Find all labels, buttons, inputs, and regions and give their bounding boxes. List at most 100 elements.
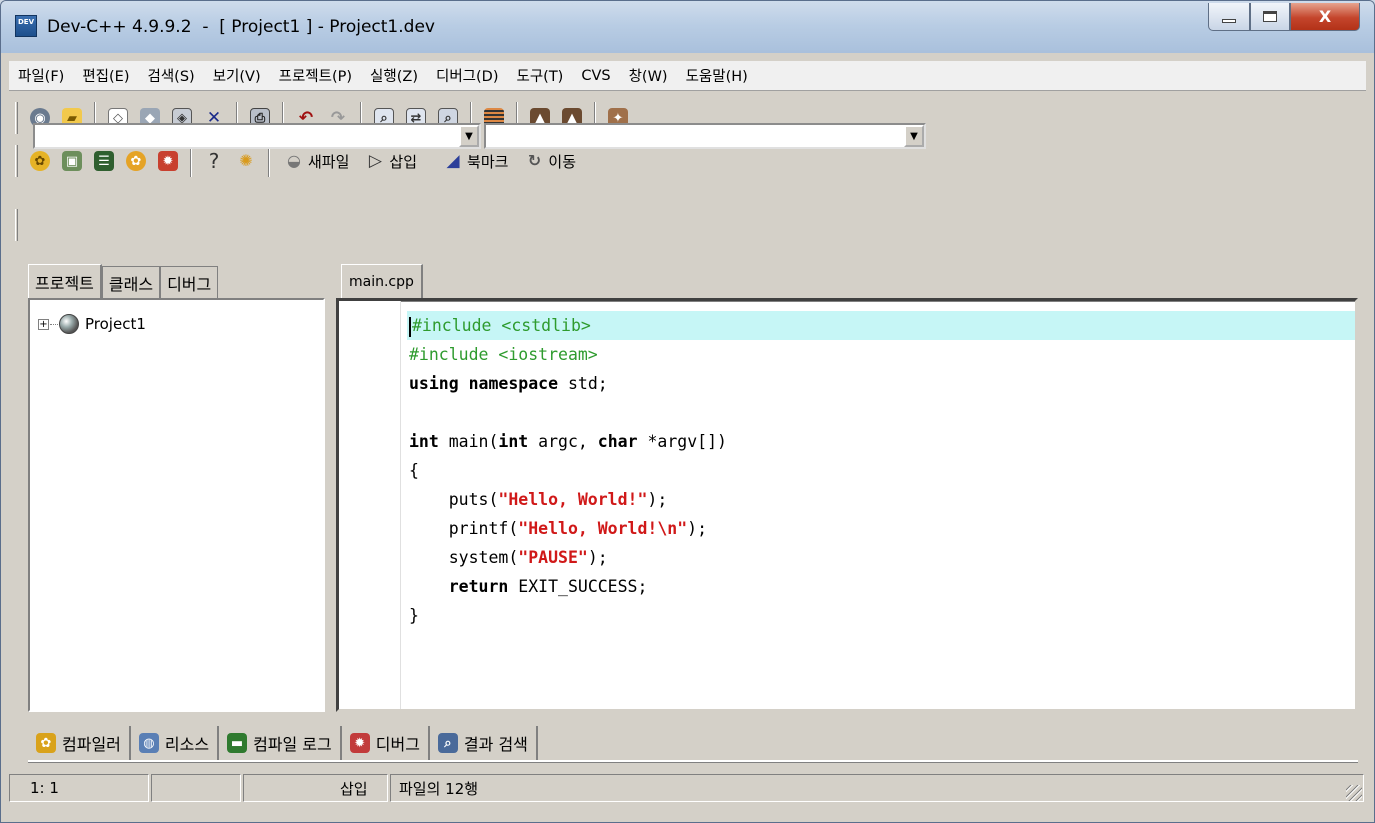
code-line[interactable]: #include <iostream> [407,340,1355,369]
class-combo[interactable]: ▼ [33,123,481,149]
tools-icon: ✿ [126,151,146,171]
status-modified [151,774,241,802]
new-file-icon: ◒ [287,151,301,170]
insert-button[interactable]: ▷ 삽입 [357,146,425,176]
menu-help[interactable]: 도움말(H) [677,65,757,86]
debug-icon: ✹ [158,151,178,171]
editor-gutter[interactable] [339,301,401,709]
code-token: char [597,432,638,451]
code-token: ); [647,490,668,509]
status-info: 파일의 12행 [390,774,1364,802]
toolbar-grip[interactable] [15,209,18,241]
code-token: { [409,461,419,480]
bottom-tab-label: 리소스 [164,735,210,754]
bookmark-button[interactable]: ◢ 북마크 [435,146,516,176]
tab-classes[interactable]: 클래스 [101,266,161,298]
compiler-options-button[interactable]: ✿ [26,146,54,176]
help-icon: ? [208,149,220,173]
tree-node-project[interactable]: + Project1 [38,314,146,334]
bottom-tab-label: 컴파일러 [62,735,121,754]
maximize-button[interactable] [1250,3,1290,31]
tab-project[interactable]: 프로젝트 [28,264,102,298]
tab-debug[interactable]: 디버그 [160,266,219,298]
title-bar[interactable]: DEV Dev-C++ 4.9.9.2 - [ Project1 ] - Pro… [1,1,1374,53]
code-token: } [409,606,419,625]
code-token: #include <cstdlib> [412,316,591,335]
environment-icon: ▣ [62,151,82,171]
insert-icon: ▷ [368,150,382,171]
code-line[interactable]: { [407,456,1355,485]
menu-edit[interactable]: 편집(E) [73,65,138,86]
bottom-tab-label: 디버그 [375,735,420,754]
resize-grip-icon[interactable] [1346,785,1362,801]
close-button[interactable]: X [1290,3,1360,31]
search-results-icon: ⌕ [437,733,458,753]
bottom-tab-search-results[interactable]: ⌕ 결과 검색 [430,726,538,760]
bottom-tab-resource[interactable]: ◍ 리소스 [131,726,220,760]
code-area[interactable]: #include <cstdlib> #include <iostream> usi… [407,311,1355,630]
menu-cvs[interactable]: CVS [572,68,619,84]
menu-file[interactable]: 파일(F) [9,65,73,86]
code-line[interactable]: using namespace std; [407,369,1355,398]
resource-icon: ◍ [138,733,159,753]
code-token: "Hello, World!\n" [518,519,688,538]
code-line[interactable]: #include <cstdlib> [407,311,1355,340]
menu-view[interactable]: 보기(V) [204,65,270,86]
expand-icon[interactable]: + [38,318,49,330]
goto-button[interactable]: ↻ 이동 [516,146,584,176]
bottom-tab-debug[interactable]: ✹ 디버그 [342,726,430,760]
code-token: int [409,432,439,451]
chevron-down-icon[interactable]: ▼ [904,125,924,147]
project-tree[interactable]: + Project1 [28,298,325,712]
about-button[interactable]: ✺ [232,146,260,176]
menu-window[interactable]: 창(W) [620,65,677,86]
minimize-button[interactable] [1208,3,1250,31]
code-line[interactable]: system("PAUSE"); [407,543,1355,572]
toolbar-separator [268,145,270,177]
code-line[interactable]: return EXIT_SUCCESS; [407,572,1355,601]
new-file-text-button[interactable]: ◒ 새파일 [276,146,357,176]
menu-tools[interactable]: 도구(T) [507,65,572,86]
code-line[interactable]: int main(int argc, char *argv[]) [407,427,1355,456]
code-line[interactable]: printf("Hello, World!\n"); [407,514,1355,543]
help-button[interactable]: ? [200,146,228,176]
tools-button[interactable]: ✿ [122,146,150,176]
menu-project[interactable]: 프로젝트(P) [270,65,361,86]
code-token: return [409,577,509,596]
minimize-icon [1222,18,1236,23]
debug-icon: ✹ [349,733,370,753]
toolbar-grip[interactable] [15,102,18,134]
insert-label: 삽입 [389,152,418,171]
bottom-tab-label: 컴파일 로그 [253,735,332,754]
code-line[interactable] [407,398,1355,427]
code-line[interactable]: puts("Hello, World!"); [407,485,1355,514]
code-token: *argv[]) [637,432,727,451]
code-token: ); [687,519,708,538]
code-editor[interactable]: #include <cstdlib> #include <iostream> usi… [336,298,1358,712]
compiler-options-icon: ✿ [30,151,50,171]
code-token: using namespace [409,374,559,393]
bottom-tab-label: 결과 검색 [463,735,528,754]
left-panel-tabs: 프로젝트 클래스 디버그 [28,264,219,298]
bookmark-icon: ◢ [446,150,460,171]
main-window: DEV Dev-C++ 4.9.9.2 - [ Project1 ] - Pro… [0,0,1375,823]
code-token: EXIT_SUCCESS; [508,577,648,596]
environment-options-button[interactable]: ▣ [58,146,86,176]
status-bar: 1: 1 삽입 파일의 12행 [9,771,1366,805]
menu-debug[interactable]: 디버그(D) [427,65,508,86]
chevron-down-icon[interactable]: ▼ [459,125,479,147]
code-line[interactable]: } [407,601,1355,630]
bookmark-label: 북마크 [467,152,509,171]
app-icon[interactable]: DEV [15,15,37,37]
menu-search[interactable]: 검색(S) [139,65,204,86]
tab-main-cpp[interactable]: main.cpp [341,264,423,298]
tree-line [50,323,58,325]
editor-options-button[interactable]: ☰ [90,146,118,176]
member-combo[interactable]: ▼ [484,123,926,149]
toolbar-grip[interactable] [15,145,18,177]
bottom-tab-compiler[interactable]: ✿ 컴파일러 [28,726,131,760]
code-token: argc, [528,432,598,451]
menu-execute[interactable]: 실행(Z) [361,65,427,86]
debug-toolbar-button[interactable]: ✹ [154,146,182,176]
bottom-tab-compile-log[interactable]: ▬ 컴파일 로그 [219,726,342,760]
